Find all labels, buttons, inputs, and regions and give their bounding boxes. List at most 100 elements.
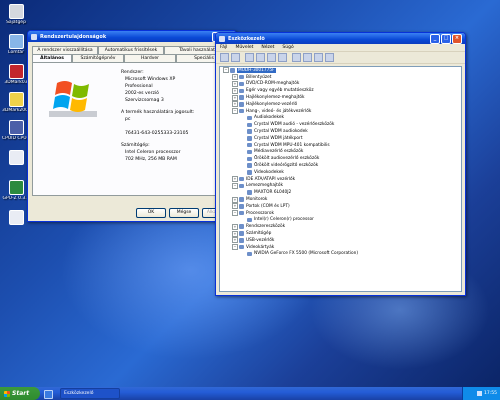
menu-view[interactable]: Nézet <box>261 45 274 50</box>
device-icon <box>247 190 252 195</box>
expand-icon[interactable]: + <box>232 101 238 108</box>
tab-general[interactable]: Általános <box>32 54 72 62</box>
show-hide-tree-icon[interactable] <box>245 53 254 62</box>
expand-icon[interactable]: + <box>232 94 238 101</box>
tree-device[interactable]: Audiokodekek <box>220 115 461 122</box>
desktop-icon[interactable]: Lomtár <box>2 34 30 55</box>
tree-device[interactable]: Médiavezérlő eszközök <box>220 149 461 156</box>
device-icon <box>239 95 244 100</box>
tree-category[interactable]: − Lemezmeghajtók <box>220 182 461 190</box>
tree-label: Egér vagy egyéb mutatóeszköz <box>246 88 314 94</box>
device-icon <box>247 170 252 175</box>
tree-category[interactable]: + USB-vezérlők <box>220 237 461 244</box>
tree-device[interactable]: Crystal WDM játékport <box>220 135 461 142</box>
maximize-button[interactable]: □ <box>441 33 451 44</box>
volume-icon[interactable] <box>477 391 483 396</box>
collapse-icon[interactable]: − <box>223 67 229 74</box>
scan-hardware-icon[interactable] <box>292 53 301 62</box>
clock[interactable]: 17:55 <box>484 391 497 396</box>
desktop-icon[interactable]: GPU-Z 0.3.1 <box>2 180 30 201</box>
tree-category[interactable]: + Portok (COM és LPT) <box>220 203 461 210</box>
desktop-icon[interactable]: 3DMark03 <box>2 64 30 85</box>
uninstall-device-icon[interactable] <box>325 53 334 62</box>
close-button[interactable]: × <box>452 33 462 44</box>
desktop-icon[interactable]: Sajátgép <box>2 4 30 25</box>
tree-device[interactable]: NVIDIA GeForce FX 5500 (Microsoft Corpor… <box>220 251 461 258</box>
device-tree[interactable]: − MUDH-3001775F + Billentyűzet + DVD/CD-ROM-m… <box>219 66 462 292</box>
expand-icon[interactable]: + <box>232 176 238 183</box>
desktop-icon[interactable] <box>2 210 30 226</box>
properties-icon[interactable] <box>256 53 265 62</box>
tree-category[interactable]: + Hajlékonylemez-vezérlő <box>220 101 461 108</box>
back-icon[interactable] <box>220 53 229 62</box>
tree-label: Billentyűzet <box>246 74 272 80</box>
system-label: Rendszer: <box>121 70 144 75</box>
expand-icon[interactable]: + <box>232 80 238 87</box>
tree-device[interactable]: Örökölt videórögzítő eszközök <box>220 162 461 169</box>
tree-root[interactable]: − MUDH-3001775F <box>220 67 461 74</box>
tree-category[interactable]: + Billentyűzet <box>220 74 461 81</box>
menu-help[interactable]: Súgó <box>282 45 293 50</box>
tree-category[interactable]: − Hang-, videó- és játékvezérlők <box>220 108 461 115</box>
disable-device-icon[interactable] <box>314 53 323 62</box>
desktop-icon[interactable]: 3DMark2001 <box>2 92 30 113</box>
tree-label: Lemezmeghajtók <box>246 183 283 189</box>
expand-icon[interactable]: + <box>232 74 238 81</box>
menu-file[interactable]: Fájl <box>220 45 227 50</box>
ok-button[interactable]: OK <box>136 208 166 218</box>
tree-device[interactable]: Örökölt audiovezérlő eszközök <box>220 155 461 162</box>
tree-device[interactable]: Crystal WDM MPU-401 kompatibilis <box>220 142 461 149</box>
ie-quicklaunch-icon[interactable] <box>44 390 53 399</box>
menu-action[interactable]: Művelet <box>235 45 253 50</box>
system-properties-titlebar[interactable]: Rendszertulajdonságok ? × <box>28 31 236 42</box>
tree-label: Crystal WDM MPU-401 kompatibilis <box>254 142 330 148</box>
tree-device[interactable]: Crystal WDM audió - vezérlőeszközök <box>220 121 461 128</box>
collapse-icon[interactable]: − <box>232 182 238 189</box>
desktop-icon[interactable] <box>2 150 30 166</box>
tree-category[interactable]: − Processzorok <box>220 210 461 217</box>
start-button[interactable]: Start <box>0 387 40 400</box>
expand-icon[interactable]: + <box>232 87 238 94</box>
tree-category[interactable]: + Rendszereszközök <box>220 223 461 230</box>
desktop-icon[interactable]: CPUID CPU-Z <box>2 120 30 141</box>
help-icon[interactable] <box>278 53 287 62</box>
tree-label: Hajlékonylemez-vezérlő <box>246 101 298 107</box>
collapse-icon[interactable]: − <box>232 210 238 217</box>
device-manager-titlebar[interactable]: Eszközkezelő _ □ × <box>216 33 465 44</box>
tree-label: Örökölt videórögzítő eszközök <box>254 163 319 169</box>
tree-category[interactable]: + Számítógép <box>220 230 461 237</box>
minimize-button[interactable]: _ <box>430 33 440 44</box>
tree-category[interactable]: + Hajlékonylemez-meghajtók <box>220 94 461 101</box>
collapse-icon[interactable]: − <box>232 244 238 251</box>
tab-automatic-updates[interactable]: Automatikus frissítések <box>98 46 164 54</box>
tree-device[interactable]: Videokodekek <box>220 169 461 176</box>
tree-device[interactable]: Intel(r) Celeron(r) processor <box>220 217 461 224</box>
tree-category[interactable]: − Videokártyák <box>220 244 461 251</box>
expand-icon[interactable]: + <box>232 203 238 210</box>
tree-category[interactable]: + Egér vagy egyéb mutatóeszköz <box>220 87 461 94</box>
tree-category[interactable]: + Monitorok <box>220 196 461 203</box>
tree-label: Intel(r) Celeron(r) processor <box>254 217 314 223</box>
tree-device[interactable]: Crystal WDM audiokodek <box>220 128 461 135</box>
tree-category[interactable]: + DVD/CD-ROM-meghajtók <box>220 80 461 88</box>
cancel-button[interactable]: Mégse <box>169 208 199 218</box>
expand-icon[interactable]: + <box>232 237 238 244</box>
tree-device[interactable]: MAXTOR 6L040J2 <box>220 189 461 196</box>
device-icon <box>247 129 252 134</box>
collapse-icon[interactable]: − <box>232 108 238 115</box>
expand-icon[interactable]: + <box>232 223 238 230</box>
device-icon <box>239 224 244 229</box>
tab-hardware[interactable]: Hardver <box>124 54 176 62</box>
tree-category[interactable]: + IDE ATA/ATAPI vezérlők <box>220 176 461 183</box>
print-icon[interactable] <box>267 53 276 62</box>
tab-system-restore[interactable]: A rendszer visszaállítása <box>32 46 98 54</box>
expand-icon[interactable]: + <box>232 196 238 203</box>
device-icon <box>239 102 244 107</box>
update-driver-icon[interactable] <box>303 53 312 62</box>
expand-icon[interactable]: + <box>232 230 238 237</box>
tab-row-bottom: Általános Számítógépnév Hardver Speciáli… <box>28 54 236 62</box>
taskbar-item-device-manager[interactable]: Eszközkezelő <box>60 388 120 399</box>
forward-icon[interactable] <box>231 53 240 62</box>
tab-computer-name[interactable]: Számítógépnév <box>72 54 124 62</box>
device-icon <box>239 244 244 250</box>
